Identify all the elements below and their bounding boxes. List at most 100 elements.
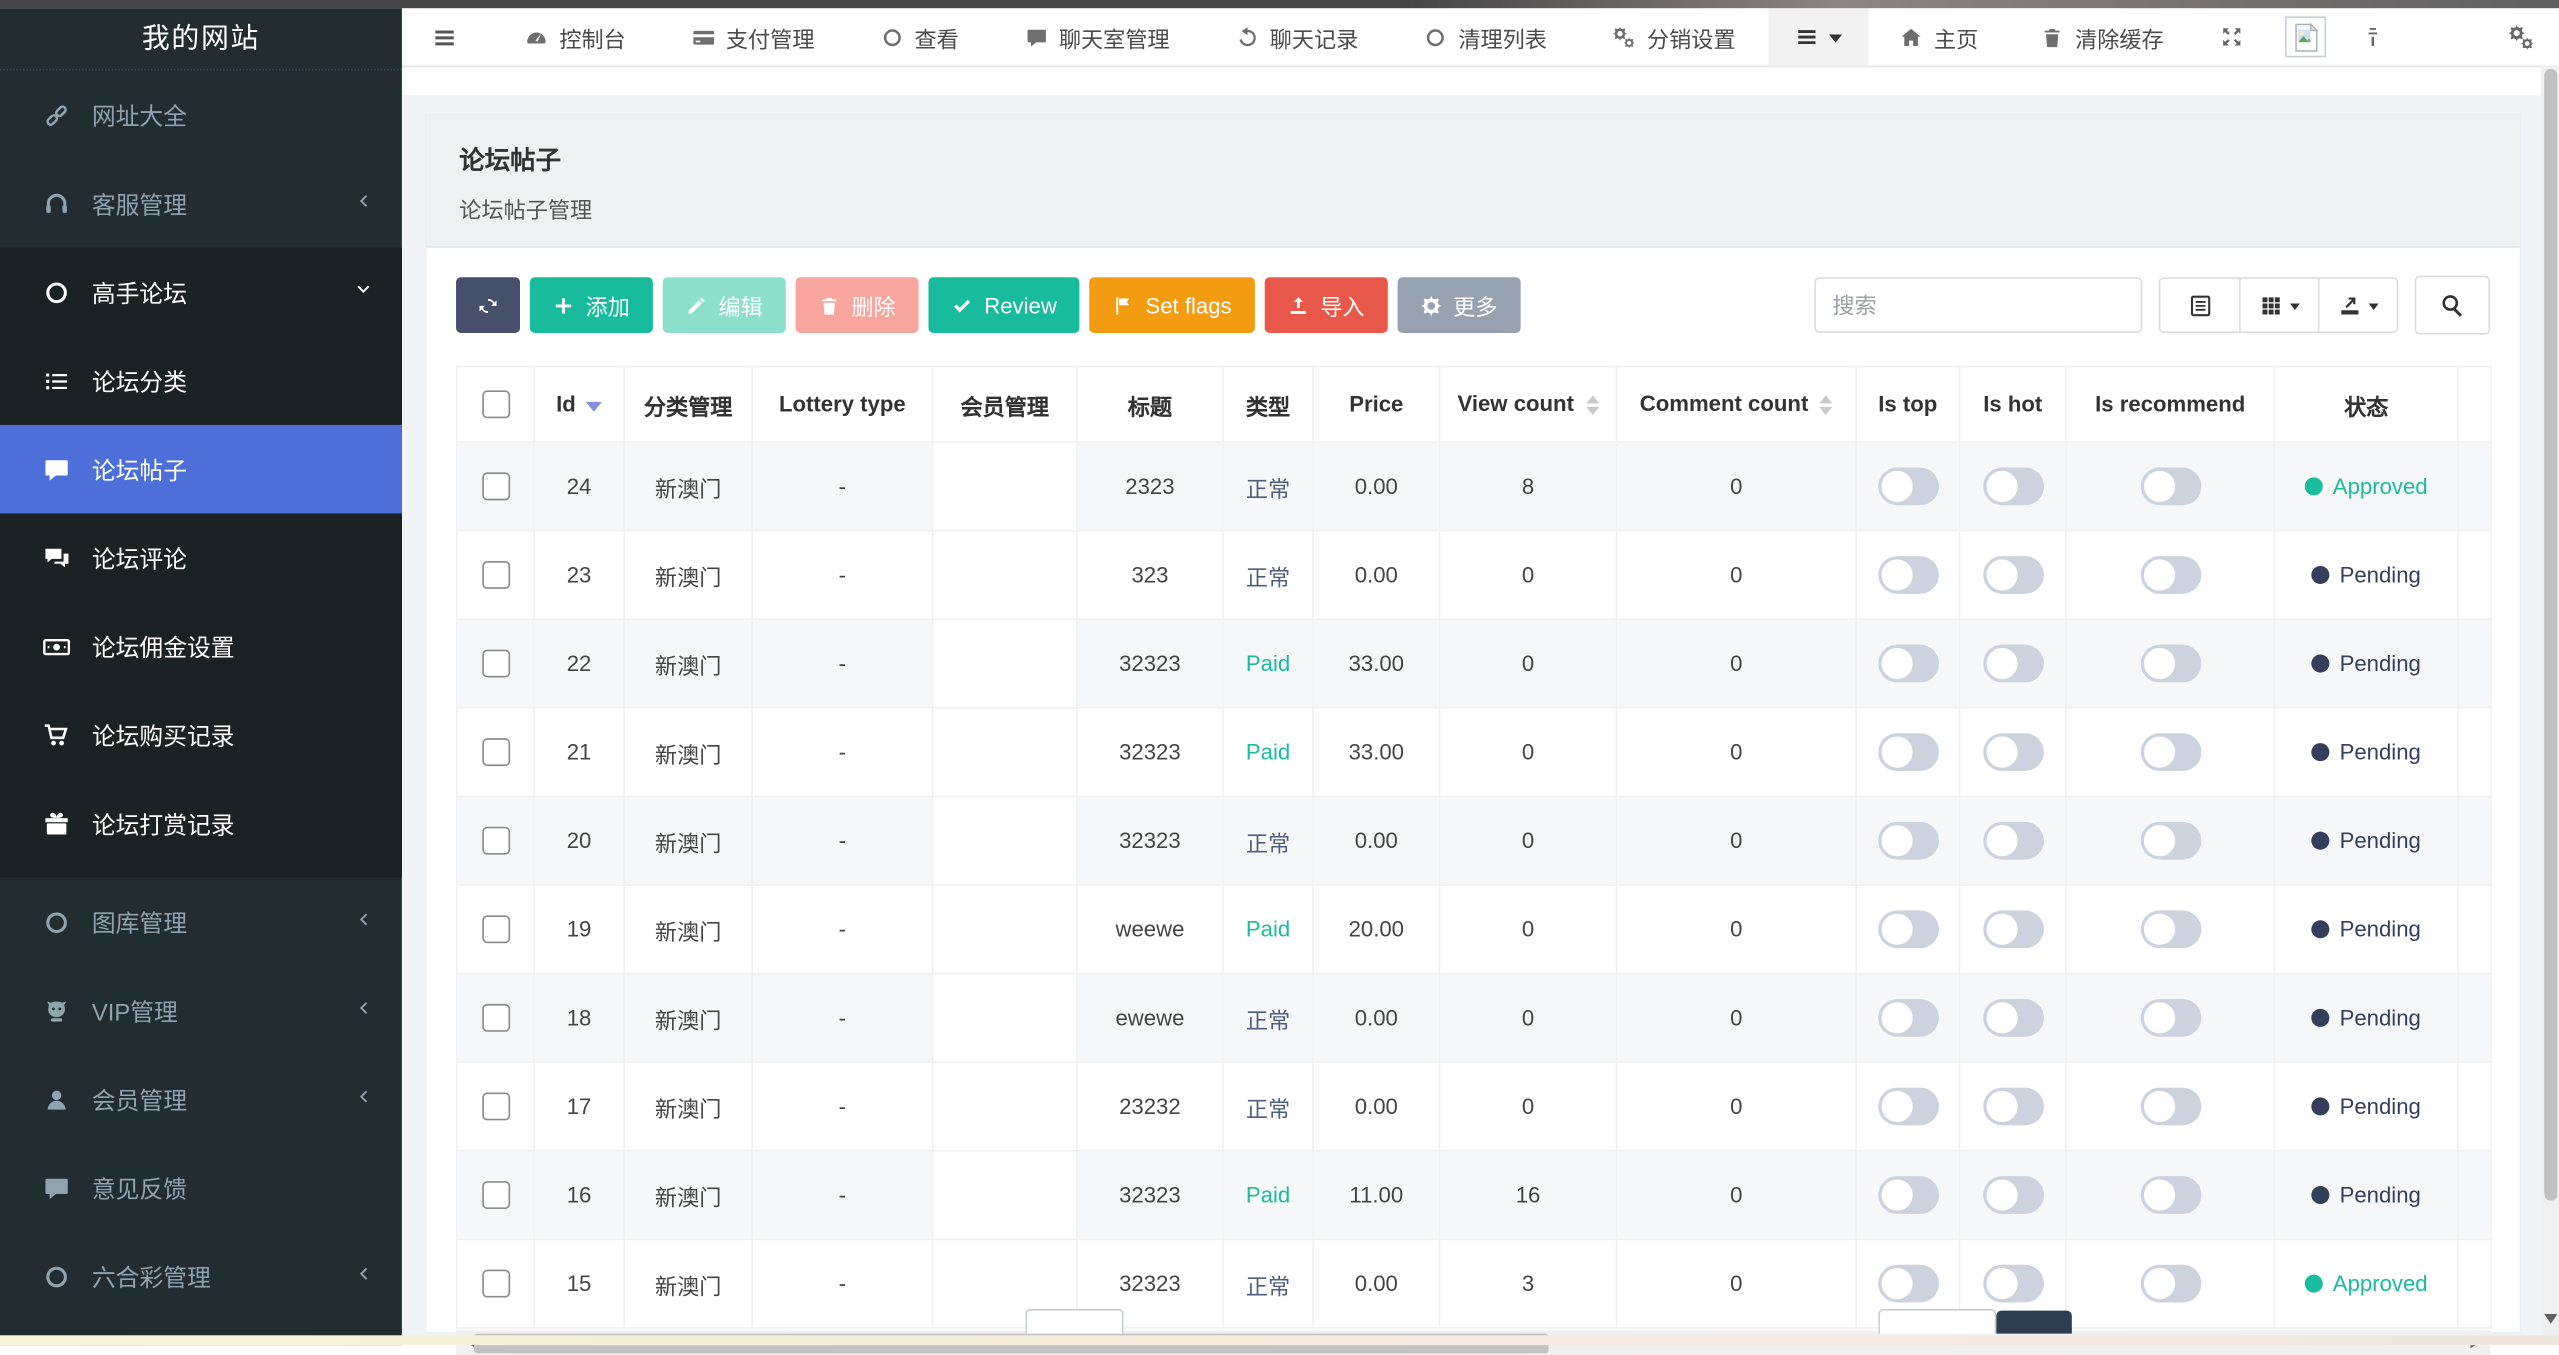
- is_hot-toggle[interactable]: [1982, 999, 2043, 1037]
- is_recommend-toggle[interactable]: [2140, 822, 2201, 860]
- sidebar-toggle-button[interactable]: [402, 8, 492, 65]
- refresh-button[interactable]: [456, 277, 520, 333]
- table-row[interactable]: 15新澳门-32323正常0.0030Approved: [457, 1239, 2491, 1328]
- column-header-comments[interactable]: Comment count: [1617, 367, 1856, 442]
- column-header-lottery_type[interactable]: Lottery type: [752, 367, 932, 442]
- column-header-views[interactable]: View count: [1439, 367, 1616, 442]
- row-checkbox[interactable]: [481, 1093, 509, 1121]
- sort-desc-icon[interactable]: [586, 402, 602, 420]
- row-checkbox[interactable]: [481, 561, 509, 589]
- vertical-scrollbar[interactable]: [2541, 66, 2559, 1336]
- is_top-toggle[interactable]: [1877, 645, 1938, 683]
- is_recommend-toggle[interactable]: [2140, 1088, 2201, 1126]
- is_hot-toggle[interactable]: [1982, 1088, 2043, 1126]
- is_hot-toggle[interactable]: [1982, 1265, 2043, 1303]
- is_recommend-toggle[interactable]: [2140, 999, 2201, 1037]
- is_top-toggle[interactable]: [1877, 999, 1938, 1037]
- sidebar-item-forum-rewards[interactable]: 论坛打赏记录: [0, 779, 402, 868]
- row-checkbox[interactable]: [481, 472, 509, 500]
- row-checkbox[interactable]: [481, 1181, 509, 1209]
- is_top-toggle[interactable]: [1877, 1176, 1938, 1214]
- table-row[interactable]: 18新澳门-ewewe正常0.0000Pending: [457, 974, 2491, 1063]
- review-button[interactable]: Review: [928, 277, 1079, 333]
- sidebar-item-lottery[interactable]: 六合彩管理: [0, 1232, 402, 1321]
- sidebar-item-feedback[interactable]: 意见反馈: [0, 1143, 402, 1232]
- nav-tab-chatlog[interactable]: 聊天记录: [1202, 8, 1391, 65]
- vertical-scrollbar-thumb[interactable]: [2543, 69, 2556, 1201]
- sort-icon[interactable]: [1585, 388, 1598, 421]
- sidebar-item-forum-posts[interactable]: 论坛帖子: [0, 425, 402, 514]
- sidebar-item-members[interactable]: 会员管理: [0, 1055, 402, 1144]
- column-header-id[interactable]: Id: [534, 367, 624, 442]
- is_hot-toggle[interactable]: [1982, 910, 2043, 948]
- sidebar-item-forum[interactable]: 高手论坛: [0, 248, 402, 337]
- table-row[interactable]: 20新澳门-32323正常0.0000Pending: [457, 796, 2491, 885]
- table-row[interactable]: 21新澳门-32323Paid33.0000Pending: [457, 708, 2491, 797]
- column-header-extra[interactable]: [2458, 367, 2491, 442]
- is_hot-toggle[interactable]: [1982, 645, 2043, 683]
- is_hot-toggle[interactable]: [1982, 556, 2043, 594]
- is_top-toggle[interactable]: [1877, 556, 1938, 594]
- sidebar-item-vip[interactable]: VIP管理: [0, 966, 402, 1055]
- column-header-status[interactable]: 状态: [2274, 367, 2458, 442]
- sidebar-item-forum-purchases[interactable]: 论坛购买记录: [0, 691, 402, 780]
- add-button[interactable]: 添加: [530, 277, 653, 333]
- nav-tab-view[interactable]: 查看: [847, 8, 991, 65]
- column-header-type[interactable]: 类型: [1223, 367, 1313, 442]
- nav-tab-chatroom[interactable]: 聊天室管理: [992, 8, 1203, 65]
- row-checkbox[interactable]: [481, 915, 509, 943]
- import-button[interactable]: 导入: [1264, 277, 1387, 333]
- is_recommend-toggle[interactable]: [2140, 556, 2201, 594]
- avatar[interactable]: [2285, 16, 2326, 57]
- is_hot-toggle[interactable]: [1982, 822, 2043, 860]
- export-button[interactable]: [2318, 279, 2397, 331]
- sidebar-item-urls[interactable]: 网址大全: [0, 71, 402, 160]
- search-button[interactable]: [2415, 276, 2490, 335]
- nav-tab-dashboard[interactable]: 控制台: [492, 8, 659, 65]
- delete-button[interactable]: 删除: [796, 277, 919, 333]
- table-row[interactable]: 17新澳门-23232正常0.0000Pending: [457, 1062, 2491, 1151]
- is_hot-toggle[interactable]: [1982, 1176, 2043, 1214]
- row-checkbox[interactable]: [481, 738, 509, 766]
- search-input[interactable]: [1814, 277, 2142, 333]
- is_top-toggle[interactable]: [1877, 733, 1938, 771]
- sidebar-item-gallery[interactable]: 图库管理: [0, 878, 402, 967]
- table-row[interactable]: 16新澳门-32323Paid11.00160Pending: [457, 1151, 2491, 1240]
- column-header-is_top[interactable]: Is top: [1856, 367, 1959, 442]
- sidebar-item-forum-category[interactable]: 论坛分类: [0, 336, 402, 425]
- column-header-is_hot[interactable]: Is hot: [1959, 367, 2066, 442]
- more-button[interactable]: 更多: [1397, 277, 1520, 333]
- is_hot-toggle[interactable]: [1982, 468, 2043, 506]
- sidebar-item-forum-commission[interactable]: 论坛佣金设置: [0, 602, 402, 691]
- is_top-toggle[interactable]: [1877, 910, 1938, 948]
- table-row[interactable]: 22新澳门-32323Paid33.0000Pending: [457, 619, 2491, 708]
- column-header-is_recommend[interactable]: Is recommend: [2066, 367, 2274, 442]
- nav-tab-distribution[interactable]: 分销设置: [1580, 8, 1769, 65]
- column-header-member[interactable]: 会员管理: [933, 367, 1077, 442]
- column-header-title[interactable]: 标题: [1077, 367, 1223, 442]
- pagination-button-clipped[interactable]: [1878, 1309, 1996, 1334]
- row-checkbox[interactable]: [481, 1270, 509, 1298]
- is_hot-toggle[interactable]: [1982, 733, 2043, 771]
- sidebar-item-forum-comments[interactable]: 论坛评论: [0, 513, 402, 602]
- edit-button[interactable]: 编辑: [663, 277, 786, 333]
- nav-link-clear-cache[interactable]: 清除缓存: [2009, 8, 2194, 65]
- table-row[interactable]: 23新澳门-323正常0.0000Pending: [457, 531, 2491, 620]
- column-header-checkbox[interactable]: [457, 367, 534, 442]
- table-row[interactable]: 24新澳门-2323正常0.0080Approved: [457, 442, 2491, 531]
- table-row[interactable]: 19新澳门-weewePaid20.0000Pending: [457, 885, 2491, 974]
- row-checkbox[interactable]: [481, 1004, 509, 1032]
- is_recommend-toggle[interactable]: [2140, 468, 2201, 506]
- is_top-toggle[interactable]: [1877, 822, 1938, 860]
- pagination-active-page-clipped[interactable]: [1996, 1311, 2071, 1334]
- detail-view-button[interactable]: [2160, 279, 2239, 331]
- select-all-checkbox[interactable]: [481, 390, 509, 418]
- is_top-toggle[interactable]: [1877, 1265, 1938, 1303]
- scroll-down-arrow-icon[interactable]: [2543, 1314, 2556, 1330]
- tab-list-dropdown[interactable]: [1768, 8, 1868, 65]
- is_recommend-toggle[interactable]: [2140, 1176, 2201, 1214]
- row-checkbox[interactable]: [481, 650, 509, 678]
- sort-icon[interactable]: [1820, 388, 1833, 421]
- fullscreen-button[interactable]: [2195, 8, 2269, 65]
- is_top-toggle[interactable]: [1877, 468, 1938, 506]
